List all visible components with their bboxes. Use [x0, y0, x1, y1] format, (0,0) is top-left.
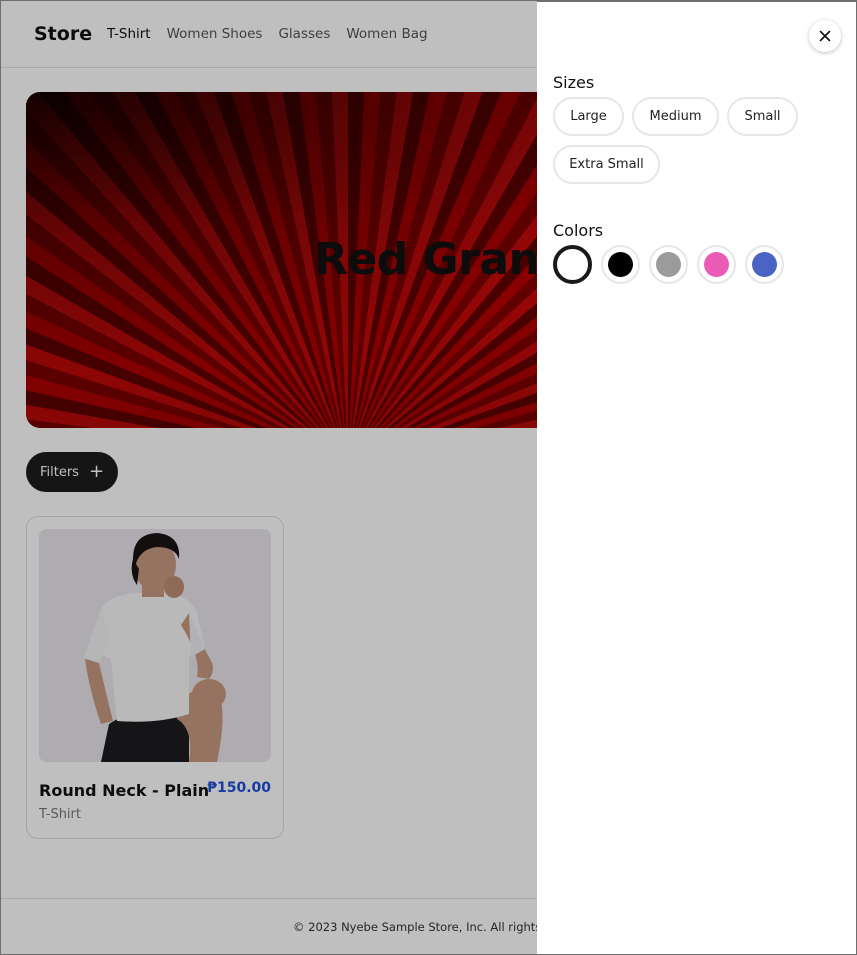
- close-icon: [819, 30, 831, 42]
- size-option-extra-small[interactable]: Extra Small: [553, 145, 660, 184]
- size-option-large[interactable]: Large: [553, 97, 624, 136]
- colors-title: Colors: [553, 221, 604, 240]
- filter-drawer: Sizes Large Medium Small Extra Small Col…: [537, 1, 856, 954]
- color-dot: [704, 252, 729, 277]
- size-option-medium[interactable]: Medium: [632, 97, 719, 136]
- size-option-small[interactable]: Small: [727, 97, 798, 136]
- sizes-title: Sizes: [553, 73, 595, 92]
- color-swatch-gray[interactable]: [649, 245, 688, 284]
- color-dot: [752, 252, 777, 277]
- close-drawer-button[interactable]: [809, 20, 841, 52]
- color-dot: [608, 252, 633, 277]
- color-dot: [560, 252, 585, 277]
- page-frame: Store T-Shirt Women Shoes Glasses Women …: [0, 0, 857, 955]
- color-dot: [656, 252, 681, 277]
- color-swatch-blue[interactable]: [745, 245, 784, 284]
- color-swatch-white[interactable]: [553, 245, 592, 284]
- color-swatch-black[interactable]: [601, 245, 640, 284]
- color-swatch-pink[interactable]: [697, 245, 736, 284]
